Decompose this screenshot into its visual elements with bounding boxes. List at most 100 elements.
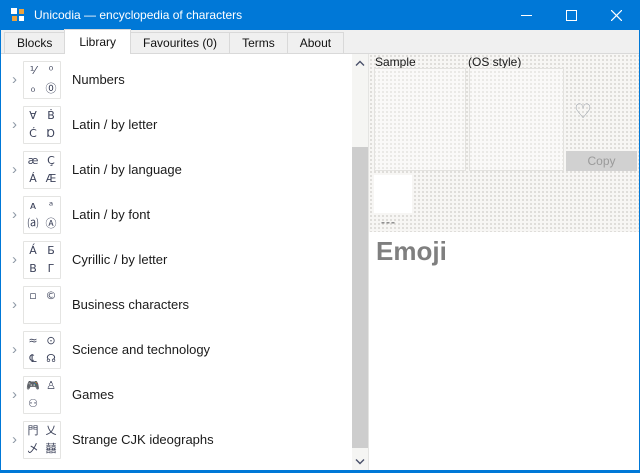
sample-preview-box bbox=[374, 68, 466, 171]
tile-glyph: ♙ bbox=[42, 377, 60, 395]
tile-glyph: ⊙ bbox=[42, 332, 60, 350]
tile-glyph: 乂 bbox=[42, 422, 60, 440]
tile-glyph: Ć bbox=[24, 125, 42, 143]
tab-favourites-0[interactable]: Favourites (0) bbox=[130, 32, 230, 53]
tile-glyph: ℄ bbox=[24, 350, 42, 368]
tile-glyph: 乄 bbox=[24, 440, 42, 458]
tile-glyph: Б bbox=[42, 242, 60, 260]
tile-glyph: А́ bbox=[24, 242, 42, 260]
tree-scrollbar[interactable] bbox=[352, 54, 368, 470]
library-category-row[interactable]: › 門乂乄囍 Strange CJK ideographs bbox=[1, 417, 352, 462]
category-icon-tile: ≈⊙℄☊ bbox=[23, 331, 61, 369]
tile-glyph: Æ bbox=[42, 170, 60, 188]
tile-glyph: ⓪ bbox=[42, 80, 60, 98]
category-label: Latin / by font bbox=[72, 207, 150, 222]
category-label: Numbers bbox=[72, 72, 125, 87]
category-icon-tile: ▫© bbox=[23, 286, 61, 324]
category-icon-tile: А́БВГ bbox=[23, 241, 61, 279]
tile-glyph: ≈ bbox=[24, 332, 42, 350]
library-category-row[interactable]: › ≈⊙℄☊ Science and technology bbox=[1, 327, 352, 372]
tile-glyph: © bbox=[42, 287, 60, 305]
window-controls bbox=[504, 0, 639, 30]
scroll-up-icon[interactable] bbox=[352, 55, 368, 71]
tab-library[interactable]: Library bbox=[64, 29, 131, 54]
scroll-down-icon[interactable] bbox=[352, 453, 368, 469]
library-category-row[interactable]: › ▫© Business characters bbox=[1, 282, 352, 327]
library-category-row[interactable]: › æÇÁÆ Latin / by language bbox=[1, 147, 352, 192]
maximize-button[interactable] bbox=[549, 0, 594, 30]
chevron-right-icon[interactable]: › bbox=[6, 297, 23, 312]
category-label: Games bbox=[72, 387, 114, 402]
tile-glyph: ₀ bbox=[24, 80, 42, 98]
tab-terms[interactable]: Terms bbox=[229, 32, 288, 53]
close-button[interactable] bbox=[594, 0, 639, 30]
placeholder-dashes: --- bbox=[381, 215, 396, 229]
tile-glyph: ⅟ bbox=[24, 62, 42, 80]
tile-glyph bbox=[42, 305, 60, 323]
tile-glyph: ⚇ bbox=[24, 395, 42, 413]
tile-glyph bbox=[24, 305, 42, 323]
tile-glyph: Ɒ bbox=[42, 125, 60, 143]
chevron-right-icon[interactable]: › bbox=[6, 207, 23, 222]
tab-blocks[interactable]: Blocks bbox=[4, 32, 65, 53]
tile-glyph: ☊ bbox=[42, 350, 60, 368]
chevron-right-icon[interactable]: › bbox=[6, 72, 23, 87]
library-category-row[interactable]: › ᴀᵃ⒜Ⓐ Latin / by font bbox=[1, 192, 352, 237]
category-icon-tile: ᴀᵃ⒜Ⓐ bbox=[23, 196, 61, 234]
tab-about[interactable]: About bbox=[287, 32, 344, 53]
tile-glyph: 門 bbox=[24, 422, 42, 440]
window-title: Unicodia — encyclopedia of characters bbox=[34, 8, 242, 22]
tile-glyph: Г bbox=[42, 260, 60, 278]
os-style-label: (OS style) bbox=[468, 55, 521, 69]
library-tree: › ⅟⁰₀⓪ Numbers › ⱯḂĆⱰ Latin / by letter … bbox=[1, 54, 352, 470]
tile-glyph: 🎮 bbox=[24, 377, 42, 395]
category-icon-tile: 🎮♙⚇ bbox=[23, 376, 61, 414]
chevron-right-icon[interactable]: › bbox=[6, 342, 23, 357]
tile-glyph: Ⓐ bbox=[42, 215, 60, 233]
tile-glyph: В bbox=[24, 260, 42, 278]
sample-label: Sample bbox=[375, 55, 416, 69]
scrollbar-thumb[interactable] bbox=[352, 147, 368, 448]
library-category-row[interactable]: › ⱯḂĆⱰ Latin / by letter bbox=[1, 102, 352, 147]
category-icon-tile: 門乂乄囍 bbox=[23, 421, 61, 459]
section-title: Emoji bbox=[376, 236, 447, 267]
description-area: Emoji bbox=[369, 232, 639, 470]
category-icon-tile: æÇÁÆ bbox=[23, 151, 61, 189]
category-label: Latin / by language bbox=[72, 162, 182, 177]
chevron-right-icon[interactable]: › bbox=[6, 387, 23, 402]
category-icon-tile: ⅟⁰₀⓪ bbox=[23, 61, 61, 99]
chevron-right-icon[interactable]: › bbox=[6, 162, 23, 177]
category-label: Strange CJK ideographs bbox=[72, 432, 214, 447]
tile-glyph: ▫ bbox=[24, 287, 42, 305]
chevron-right-icon[interactable]: › bbox=[6, 432, 23, 447]
tile-glyph: ᵃ bbox=[42, 197, 60, 215]
favourite-heart-icon[interactable]: ♡ bbox=[570, 101, 596, 121]
preview-area: Sample (OS style) ♡ Copy --- bbox=[369, 54, 639, 232]
minimize-button[interactable] bbox=[504, 0, 549, 30]
copy-button[interactable]: Copy bbox=[566, 151, 637, 171]
tab-bar: BlocksLibraryFavourites (0)TermsAbout bbox=[1, 30, 639, 54]
library-category-row[interactable]: › 🎮♙⚇ Games bbox=[1, 372, 352, 417]
tile-glyph: ⒜ bbox=[24, 215, 42, 233]
character-thumbnail-box bbox=[374, 175, 412, 213]
category-label: Latin / by letter bbox=[72, 117, 157, 132]
category-label: Science and technology bbox=[72, 342, 210, 357]
tile-glyph: ᴀ bbox=[24, 197, 42, 215]
detail-panel: Sample (OS style) ♡ Copy --- Emoji bbox=[368, 54, 639, 470]
chevron-right-icon[interactable]: › bbox=[6, 117, 23, 132]
app-logo-icon bbox=[10, 7, 26, 23]
library-category-row[interactable]: › А́БВГ Cyrillic / by letter bbox=[1, 237, 352, 282]
tile-glyph: Ḃ bbox=[42, 107, 60, 125]
app-window: Unicodia — encyclopedia of characters Bl… bbox=[0, 0, 640, 473]
tile-glyph: ⁰ bbox=[42, 62, 60, 80]
tile-glyph: Ɐ bbox=[24, 107, 42, 125]
category-label: Cyrillic / by letter bbox=[72, 252, 167, 267]
tile-glyph: Ç bbox=[42, 152, 60, 170]
titlebar: Unicodia — encyclopedia of characters bbox=[1, 0, 639, 30]
tile-glyph: Á bbox=[24, 170, 42, 188]
chevron-right-icon[interactable]: › bbox=[6, 252, 23, 267]
tile-glyph: æ bbox=[24, 152, 42, 170]
category-label: Business characters bbox=[72, 297, 189, 312]
library-category-row[interactable]: › ⅟⁰₀⓪ Numbers bbox=[1, 57, 352, 102]
os-style-preview-box bbox=[469, 68, 564, 171]
